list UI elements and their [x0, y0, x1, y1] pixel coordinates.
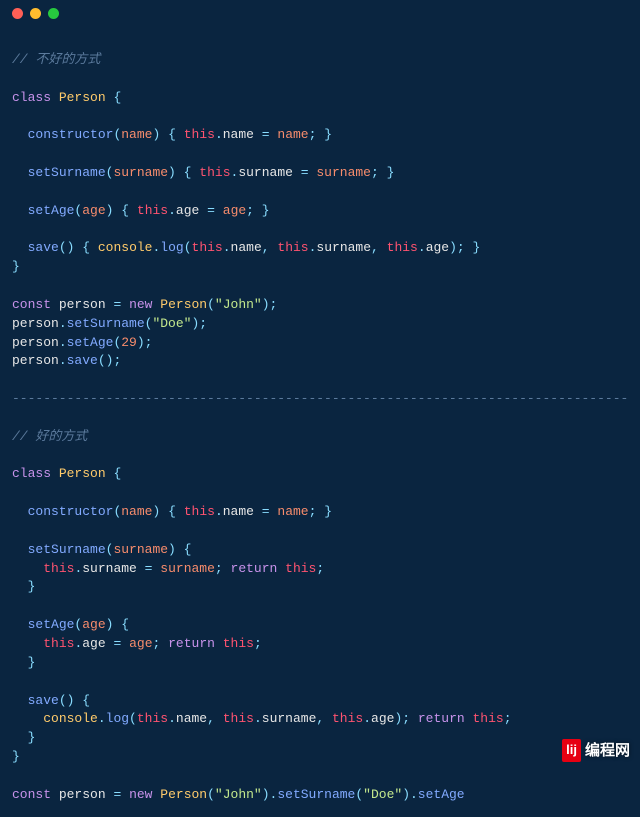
fn-save: save [28, 240, 59, 255]
zoom-icon[interactable] [48, 8, 59, 19]
kw-class: class [12, 90, 51, 105]
minimize-icon[interactable] [30, 8, 41, 19]
close-icon[interactable] [12, 8, 23, 19]
kw-const: const [12, 297, 51, 312]
comment-bad: // 不好的方式 [12, 52, 100, 67]
window-titlebar [0, 0, 640, 26]
watermark-text: 编程网 [585, 740, 630, 762]
kw-return: return [231, 561, 278, 576]
comment-good: // 好的方式 [12, 429, 87, 444]
kw-this: this [184, 127, 215, 142]
param-name: name [121, 127, 152, 142]
separator: ----------------------------------------… [12, 391, 628, 406]
fn-setage: setAge [28, 203, 75, 218]
watermark-logo: lij [562, 739, 581, 762]
watermark: lij 编程网 [562, 739, 630, 762]
code-block: // 不好的方式 class Person { constructor(name… [0, 26, 640, 817]
fn-setsurname: setSurname [28, 165, 106, 180]
class-name: Person [59, 90, 106, 105]
fn-constructor: constructor [28, 127, 114, 142]
